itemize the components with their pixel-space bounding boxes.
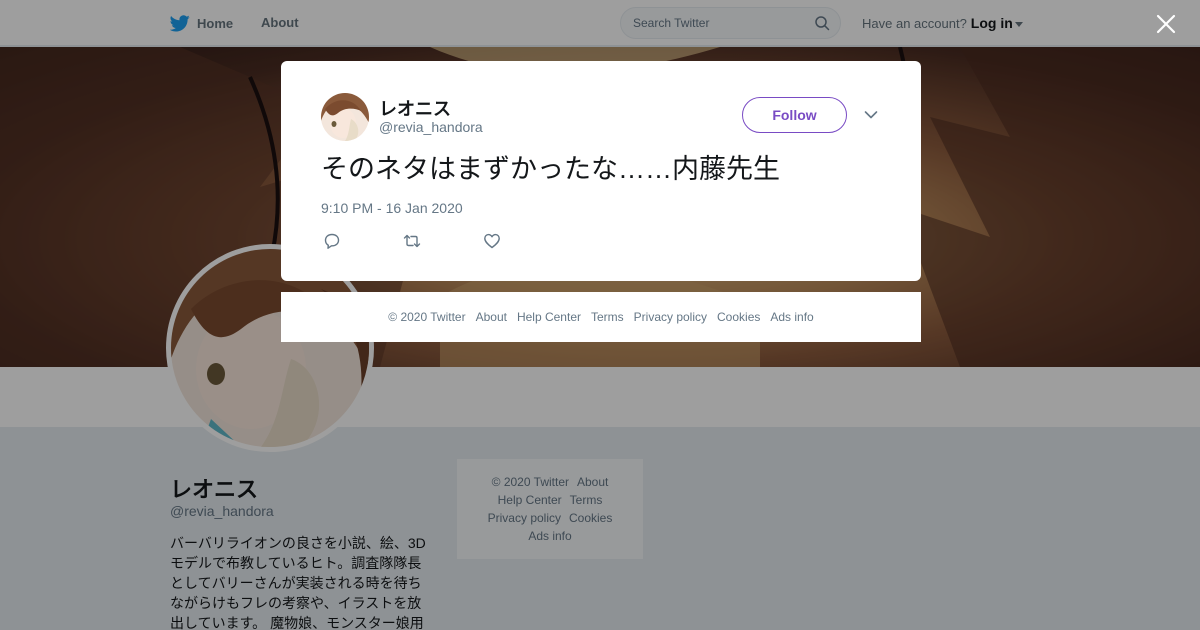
footer-about-link[interactable]: About xyxy=(476,310,507,324)
avatar-illustration xyxy=(321,93,369,141)
footer-help-link[interactable]: Help Center xyxy=(517,310,581,324)
close-icon[interactable] xyxy=(1156,14,1176,34)
tweet-author-handle[interactable]: @revia_handora xyxy=(379,119,483,135)
follow-button[interactable]: Follow xyxy=(742,97,847,133)
footer-privacy-link[interactable]: Privacy policy xyxy=(634,310,707,324)
heart-icon[interactable] xyxy=(483,232,501,250)
reply-icon[interactable] xyxy=(323,232,341,250)
modal-footer: © 2020 Twitter About Help Center Terms P… xyxy=(281,292,921,342)
retweet-icon[interactable] xyxy=(403,232,421,250)
tweet-author-name[interactable]: レオニス xyxy=(379,95,451,121)
tweet-author-avatar[interactable] xyxy=(321,93,369,141)
footer-copyright: © 2020 Twitter xyxy=(388,310,466,324)
footer-cookies-link[interactable]: Cookies xyxy=(717,310,760,324)
footer-terms-link[interactable]: Terms xyxy=(591,310,624,324)
chevron-down-icon[interactable] xyxy=(864,110,878,120)
footer-ads-link[interactable]: Ads info xyxy=(770,310,813,324)
tweet-modal: レオニス @revia_handora Follow そのネタはまずかったな……… xyxy=(281,61,921,281)
tweet-text: そのネタはまずかったな……内藤先生 xyxy=(321,154,780,184)
tweet-timestamp[interactable]: 9:10 PM - 16 Jan 2020 xyxy=(321,200,463,216)
